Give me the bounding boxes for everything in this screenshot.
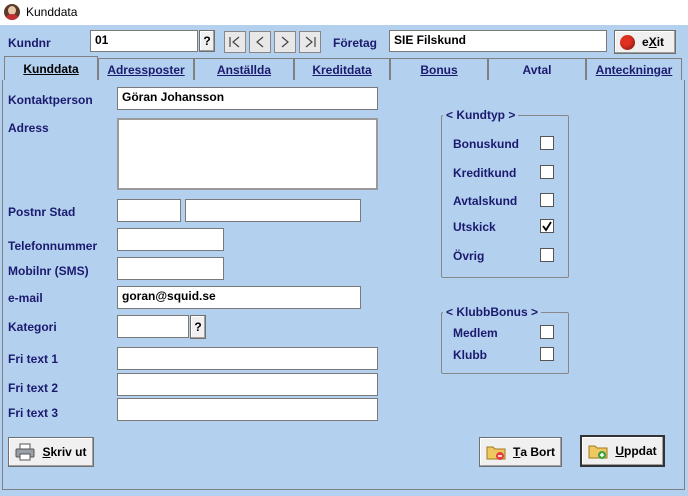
exit-icon: [620, 34, 635, 50]
tab-kreditdata[interactable]: Kreditdata: [294, 58, 390, 80]
tab-kunddata[interactable]: Kunddata: [4, 56, 98, 80]
ovrig-checkbox[interactable]: [540, 248, 554, 262]
stad-input[interactable]: [185, 199, 361, 222]
avtalskund-label: Avtalskund: [453, 194, 518, 208]
next-record-button[interactable]: [274, 31, 296, 53]
prev-record-icon: [256, 36, 264, 48]
kundnr-input[interactable]: 01: [90, 30, 198, 52]
adress-textarea[interactable]: [117, 118, 378, 190]
kundtyp-title: < Kundtyp >: [443, 108, 519, 122]
print-hotkey: S: [42, 445, 51, 459]
fritext1-input[interactable]: [117, 347, 378, 370]
medlem-label: Medlem: [453, 326, 498, 340]
email-input[interactable]: goran@squid.se: [117, 286, 361, 309]
kreditkund-checkbox[interactable]: [540, 165, 554, 179]
update-label: ppdat: [624, 444, 657, 458]
tab-bonus-label: Bonus: [420, 62, 458, 77]
first-record-icon: [229, 36, 240, 48]
kontaktperson-input[interactable]: Göran Johansson: [117, 87, 378, 110]
tab-avtal[interactable]: Avtal: [488, 58, 586, 80]
email-label: e-mail: [8, 291, 43, 305]
exit-label-hotkey: X: [648, 35, 657, 49]
telefon-label: Telefonnummer: [8, 239, 98, 253]
postnr-input[interactable]: [117, 199, 181, 222]
update-hotkey: U: [615, 444, 624, 458]
folder-save-icon: [588, 445, 608, 459]
first-record-button[interactable]: [224, 31, 246, 53]
update-button[interactable]: Uppdat: [580, 435, 665, 467]
adress-label: Adress: [8, 121, 49, 135]
ovrig-label: Övrig: [453, 249, 485, 263]
klubbbonus-group: < KlubbBonus >: [441, 305, 569, 374]
mobil-input[interactable]: [117, 257, 224, 280]
klubb-checkbox[interactable]: [540, 347, 554, 361]
bonuskund-label: Bonuskund: [453, 137, 519, 151]
tab-strip: Kunddata Adressposter Anställda Kreditda…: [0, 56, 688, 80]
tab-bonus[interactable]: Bonus: [390, 58, 488, 80]
postnr-stad-label: Postnr Stad: [8, 205, 76, 219]
bonuskund-checkbox[interactable]: [540, 136, 554, 150]
medlem-checkbox[interactable]: [540, 325, 554, 339]
title-bar: Kunddata: [0, 0, 688, 25]
exit-button[interactable]: e Xit: [614, 30, 676, 54]
window-title: Kunddata: [26, 5, 78, 19]
utskick-checkbox[interactable]: [540, 219, 554, 233]
utskick-label: Utskick: [453, 220, 496, 234]
print-label: kriv ut: [50, 445, 87, 459]
fritext2-label: Fri text 2: [8, 381, 59, 395]
delete-button[interactable]: Ta Bort: [479, 437, 562, 467]
fritext1-label: Fri text 1: [8, 352, 59, 366]
tab-kunddata-label: Kunddata: [23, 61, 79, 76]
fritext3-label: Fri text 3: [8, 406, 59, 420]
kategori-lookup-button[interactable]: ?: [190, 315, 206, 339]
fritext2-input[interactable]: [117, 373, 378, 396]
folder-delete-icon: [486, 446, 506, 460]
tab-anteckningar[interactable]: Anteckningar: [586, 58, 682, 80]
next-record-icon: [281, 36, 289, 48]
last-record-button[interactable]: [299, 31, 321, 53]
checkmark-icon: [542, 221, 552, 232]
last-record-icon: [305, 36, 316, 48]
delete-hotkey: T: [512, 445, 521, 459]
kategori-label: Kategori: [8, 320, 57, 334]
foretag-input[interactable]: SIE Filskund: [389, 30, 607, 52]
kategori-input[interactable]: [117, 315, 189, 338]
tab-adressposter[interactable]: Adressposter: [98, 58, 194, 80]
kontaktperson-label: Kontaktperson: [8, 93, 93, 107]
telefon-input[interactable]: [117, 228, 224, 251]
client-area: Kundnr 01 ? Företag SIE Filskund e Xit Ku…: [0, 25, 688, 496]
delete-label: a Bort: [520, 445, 555, 459]
mobil-label: Mobilnr (SMS): [8, 264, 89, 278]
tab-kreditdata-label: Kreditdata: [312, 62, 372, 77]
kreditkund-label: Kreditkund: [453, 166, 517, 180]
tab-avtal-label: Avtal: [522, 62, 552, 77]
tab-anteckningar-label: Anteckningar: [595, 62, 673, 77]
tab-anstallda[interactable]: Anställda: [194, 58, 294, 80]
klubbbonus-title: < KlubbBonus >: [443, 305, 542, 319]
print-button[interactable]: Skriv ut: [8, 437, 94, 467]
foretag-label: Företag: [333, 36, 378, 50]
klubb-label: Klubb: [453, 348, 487, 362]
prev-record-button[interactable]: [249, 31, 271, 53]
avtalskund-checkbox[interactable]: [540, 193, 554, 207]
fritext3-input[interactable]: [117, 398, 378, 421]
kundnr-lookup-button[interactable]: ?: [199, 30, 215, 52]
app-icon: [4, 4, 20, 20]
printer-icon: [15, 443, 35, 461]
kundnr-label: Kundnr: [8, 36, 51, 50]
tab-anstallda-label: Anställda: [216, 62, 271, 77]
exit-label-post: it: [656, 35, 665, 49]
tab-adressposter-label: Adressposter: [107, 62, 185, 77]
exit-label-pre: e: [642, 35, 649, 49]
